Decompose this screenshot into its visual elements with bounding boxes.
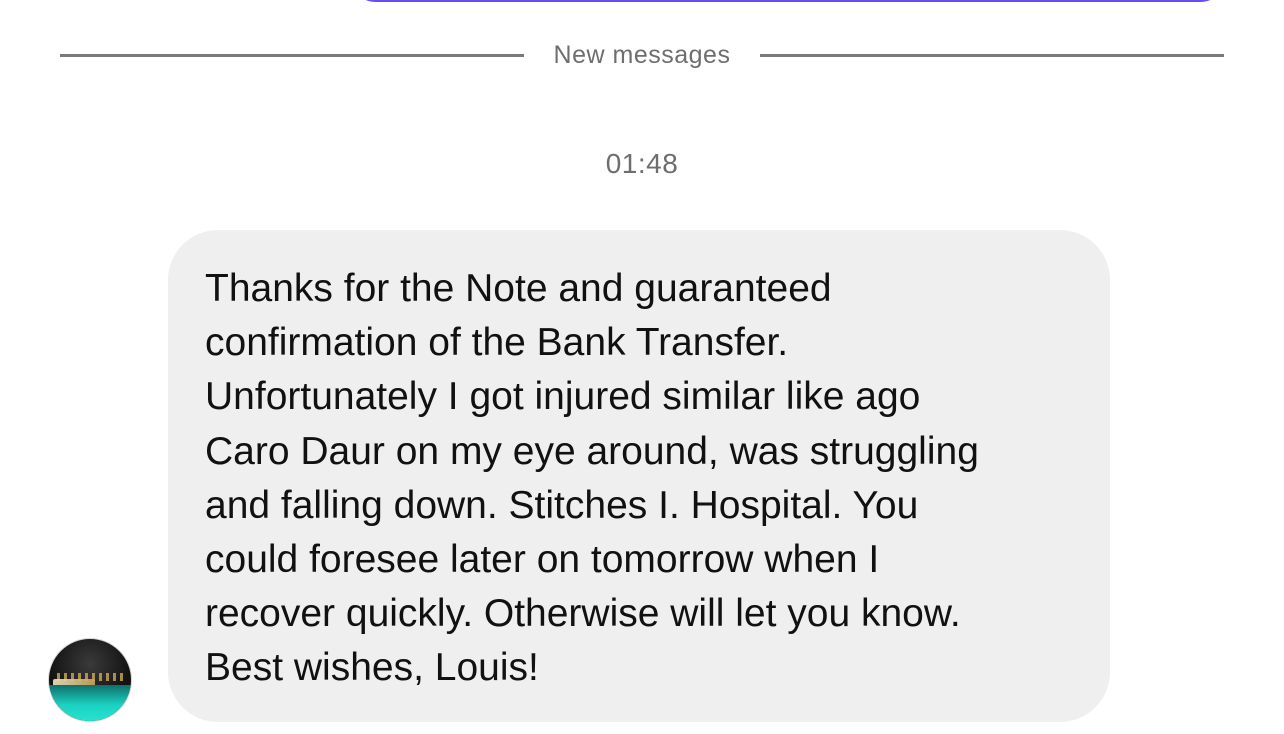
avatar-water [49,685,131,721]
received-message-bubble[interactable]: Thanks for the Note and guaranteed confi… [168,230,1110,722]
previous-message-bubble[interactable] [348,0,1228,2]
sender-avatar[interactable] [48,638,132,722]
divider-line-right [760,53,1224,57]
new-messages-label: New messages [553,40,731,69]
new-messages-divider: New messages [60,36,1224,74]
message-timestamp: 01:48 [605,148,679,179]
message-text: Thanks for the Note and guaranteed confi… [205,267,979,690]
chat-screen: New messages 01:48 Thanks for the Note a… [0,0,1284,734]
divider-line-left [60,53,524,57]
